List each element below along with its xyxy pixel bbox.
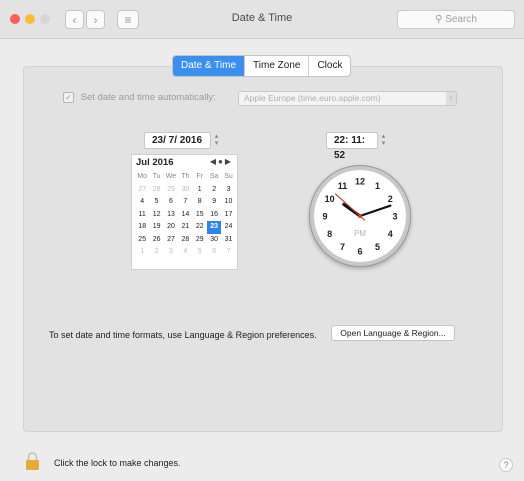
weekday-label: We <box>165 173 177 180</box>
clock-number: 1 <box>375 181 380 191</box>
clock-number: 6 <box>357 247 362 257</box>
calendar-month: Jul 2016 <box>136 157 174 168</box>
clock-number: 5 <box>375 242 380 252</box>
calendar-day[interactable]: 2 <box>207 184 221 197</box>
time-field[interactable]: 22: 11: 52 <box>326 132 378 161</box>
chevron-updown-icon: ↕ <box>446 92 456 105</box>
clock-center-pin <box>358 214 362 218</box>
calendar-day[interactable]: 4 <box>178 246 192 259</box>
calendar-day[interactable]: 7 <box>178 196 192 209</box>
calendar: Jul 2016 ◀●▶ Mo Tu We Th Fr Sa Su 27 28 29 30 1 2 3 4 5… <box>131 154 238 270</box>
clock-face: 12 12 3 45 6 789 1011 PM <box>322 177 397 257</box>
help-button[interactable]: ? <box>499 458 513 472</box>
calendar-day[interactable]: 27 <box>164 234 178 247</box>
search-icon: ⚲ <box>435 14 443 25</box>
calendar-day[interactable]: 1 <box>193 184 207 197</box>
date-field[interactable]: 23/ 7/ 2016 <box>144 132 211 149</box>
clock-number: 10 <box>325 194 335 204</box>
calendar-day[interactable]: 8 <box>193 196 207 209</box>
date-stepper[interactable]: ▴ ▾ <box>213 133 220 148</box>
calendar-day[interactable]: 30 <box>178 184 192 197</box>
calendar-day[interactable]: 17 <box>221 209 235 222</box>
calendar-day[interactable]: 1 <box>135 246 149 259</box>
calendar-day[interactable]: 12 <box>149 209 163 222</box>
auto-time-checkbox[interactable]: ✓ <box>63 92 74 103</box>
next-month-icon[interactable]: ▶ <box>225 157 233 166</box>
clock-meridiem: PM <box>354 229 366 238</box>
calendar-day[interactable]: 28 <box>178 234 192 247</box>
time-server-value: Apple Europe (time.euro.apple.com) <box>244 93 381 103</box>
calendar-nav: ◀●▶ <box>210 157 233 166</box>
calendar-day[interactable]: 6 <box>164 196 178 209</box>
calendar-day[interactable]: 20 <box>164 221 178 234</box>
calendar-day[interactable]: 29 <box>164 184 178 197</box>
calendar-day[interactable]: 7 <box>221 246 235 259</box>
calendar-day[interactable]: 15 <box>193 209 207 222</box>
settings-panel <box>23 66 503 432</box>
calendar-day[interactable]: 25 <box>135 234 149 247</box>
region-hint: To set date and time formats, use Langua… <box>49 330 317 340</box>
calendar-day[interactable]: 22 <box>193 221 207 234</box>
calendar-day[interactable]: 6 <box>207 246 221 259</box>
search-field[interactable]: ⚲ Search <box>397 10 515 29</box>
calendar-day[interactable]: 26 <box>149 234 163 247</box>
tab-date-time[interactable]: Date & Time <box>173 56 246 76</box>
calendar-day[interactable]: 27 <box>135 184 149 197</box>
weekday-label: Th <box>181 173 190 180</box>
calendar-day[interactable]: 11 <box>135 209 149 222</box>
calendar-grid: Mo Tu We Th Fr Sa Su 27 28 29 30 1 2 3 4 5 6 7 8 9 10 11 12 13 1… <box>135 171 236 259</box>
clock-number: 7 <box>340 242 345 252</box>
lock-icon[interactable] <box>25 451 40 471</box>
calendar-day[interactable]: 19 <box>149 221 163 234</box>
time-server-select[interactable]: Apple Europe (time.euro.apple.com) ↕ <box>238 91 457 106</box>
calendar-day[interactable]: 31 <box>221 234 235 247</box>
calendar-day[interactable]: 5 <box>149 196 163 209</box>
calendar-day[interactable]: 3 <box>221 184 235 197</box>
tab-time-zone[interactable]: Time Zone <box>245 56 310 76</box>
auto-time-label: Set date and time automatically: <box>80 92 216 104</box>
calendar-day[interactable]: 29 <box>193 234 207 247</box>
clock-number: 8 <box>327 229 332 239</box>
weekday-label: Su <box>224 173 233 180</box>
search-placeholder: Search <box>445 14 477 25</box>
calendar-day-selected[interactable]: 23 <box>206 221 222 234</box>
title-bar: ‹ › ≡ Date & Time ⚲ Search <box>0 0 524 39</box>
clock-number: 3 <box>392 212 397 222</box>
weekday-label: Mo <box>137 173 148 180</box>
calendar-day[interactable]: 24 <box>221 221 235 234</box>
calendar-day[interactable]: 2 <box>149 246 163 259</box>
tab-bar: Date & Time Time Zone Clock <box>172 55 352 77</box>
calendar-day[interactable]: 16 <box>207 209 221 222</box>
tab-clock[interactable]: Clock <box>309 56 350 76</box>
clock-number: 12 <box>355 177 365 187</box>
auto-time-row: ✓ Set date and time automatically: <box>63 92 216 103</box>
weekday-label: Sa <box>209 173 219 180</box>
calendar-day[interactable]: 13 <box>164 209 178 222</box>
clock-number: 11 <box>338 181 348 191</box>
analog-clock: 12 1 2 3 4 5 6 7 8 9 10 11 PM <box>314 170 406 262</box>
prev-month-icon[interactable]: ◀ <box>210 157 218 166</box>
calendar-day[interactable]: 21 <box>178 221 192 234</box>
calendar-day[interactable]: 10 <box>221 196 235 209</box>
date-value: 23/ 7/ 2016 <box>152 135 203 146</box>
clock-minute-hand <box>358 204 392 218</box>
weekday-label: Tu <box>152 173 161 180</box>
lock-text: Click the lock to make changes. <box>54 458 181 468</box>
calendar-day[interactable]: 4 <box>135 196 149 209</box>
calendar-day[interactable]: 14 <box>178 209 192 222</box>
clock-number: 4 <box>388 229 393 239</box>
clock-number: 2 <box>388 194 393 204</box>
calendar-day[interactable]: 9 <box>207 196 221 209</box>
time-stepper[interactable]: ▴ ▾ <box>380 133 387 148</box>
calendar-day[interactable]: 5 <box>193 246 207 259</box>
today-icon[interactable]: ● <box>218 157 225 166</box>
calendar-day[interactable]: 18 <box>135 221 149 234</box>
open-language-region-button[interactable]: Open Language & Region... <box>331 325 455 341</box>
calendar-day[interactable]: 3 <box>164 246 178 259</box>
calendar-day[interactable]: 30 <box>207 234 221 247</box>
clock-number: 9 <box>322 212 327 222</box>
calendar-day[interactable]: 28 <box>149 184 163 197</box>
weekday-label: Fr <box>196 173 204 180</box>
